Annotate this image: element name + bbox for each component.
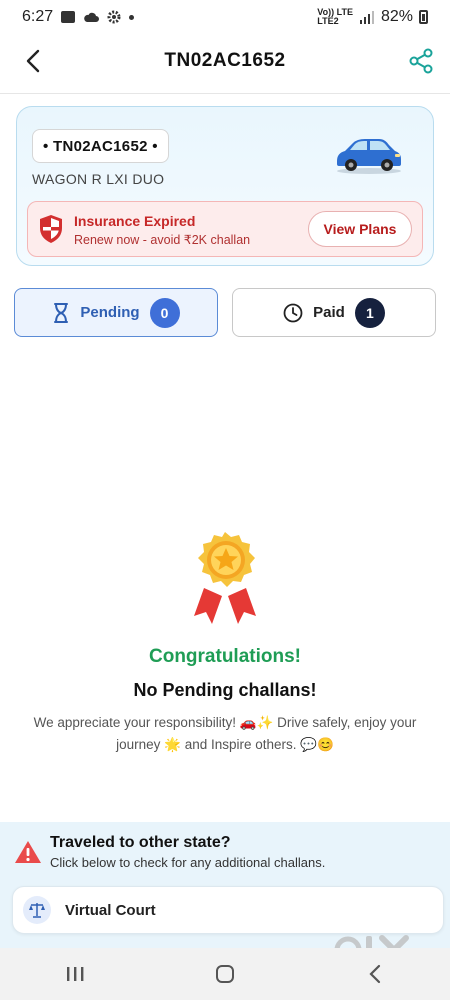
notification-dot-icon: [129, 14, 135, 20]
back-icon: [369, 964, 381, 984]
shield-icon: [40, 215, 62, 243]
system-nav-bar: [0, 948, 450, 1000]
vehicle-model: WAGON R LXI DUO: [32, 171, 165, 187]
share-icon: [409, 48, 433, 74]
travel-subtitle: Click below to check for any additional …: [50, 855, 326, 870]
warning-icon: [15, 841, 41, 863]
tab-pending[interactable]: Pending 0: [14, 288, 218, 337]
insurance-title: Insurance Expired: [74, 213, 196, 229]
vehicle-card: • TN02AC1652 • WAGON R LXI DUO Insurance…: [16, 106, 434, 266]
share-button[interactable]: [406, 46, 436, 76]
virtual-court-label: Virtual Court: [65, 901, 156, 919]
congrats-heading: Congratulations!: [149, 646, 301, 667]
travel-title: Traveled to other state?: [50, 834, 231, 851]
battery-percent: 82%: [380, 8, 413, 25]
back-button[interactable]: [18, 46, 48, 76]
home-button[interactable]: [195, 954, 255, 994]
settings-icon: [107, 10, 121, 24]
tab-pending-count: 0: [149, 297, 180, 328]
vehicle-plate: • TN02AC1652 •: [32, 129, 169, 163]
virtual-court-button[interactable]: Virtual Court: [12, 886, 444, 934]
recent-apps-button[interactable]: [45, 954, 105, 994]
home-icon: [216, 965, 234, 983]
view-plans-button[interactable]: View Plans: [308, 211, 412, 247]
recent-apps-icon: [67, 967, 84, 981]
insurance-alert: Insurance Expired Renew now - avoid ₹2K …: [27, 201, 423, 257]
system-back-button[interactable]: [345, 954, 405, 994]
app-header: TN02AC1652: [0, 36, 450, 86]
network-bottom-label: LTE2: [317, 16, 339, 26]
network-type: Vo)) LTE LTE2: [317, 8, 353, 26]
tab-paid[interactable]: Paid 1: [232, 288, 436, 337]
tab-paid-count: 1: [354, 297, 385, 328]
page-title: TN02AC1652: [164, 50, 286, 71]
signal-icon: [359, 11, 374, 24]
tab-pending-label: Pending: [80, 304, 140, 321]
battery-icon: [419, 10, 428, 24]
cloud-icon: [84, 12, 100, 22]
header-divider: [0, 93, 450, 94]
status-time: 6:27: [22, 8, 54, 25]
tab-paid-label: Paid: [313, 304, 345, 321]
status-bar: 6:27 Vo)) LTE LTE2 82%: [0, 0, 450, 34]
insurance-subtitle: Renew now - avoid ₹2K challan: [74, 233, 251, 247]
car-image: [337, 139, 401, 174]
hourglass-icon: [54, 302, 69, 323]
medal-icon: [194, 532, 256, 624]
chevron-left-icon: [26, 49, 40, 73]
scales-icon: [23, 896, 51, 924]
clock-icon: [283, 303, 303, 322]
no-challans-heading: No Pending challans!: [133, 680, 317, 700]
gallery-icon: [61, 11, 76, 23]
appreciation-message: We appreciate your responsibility! 🚗✨ Dr…: [33, 715, 417, 752]
